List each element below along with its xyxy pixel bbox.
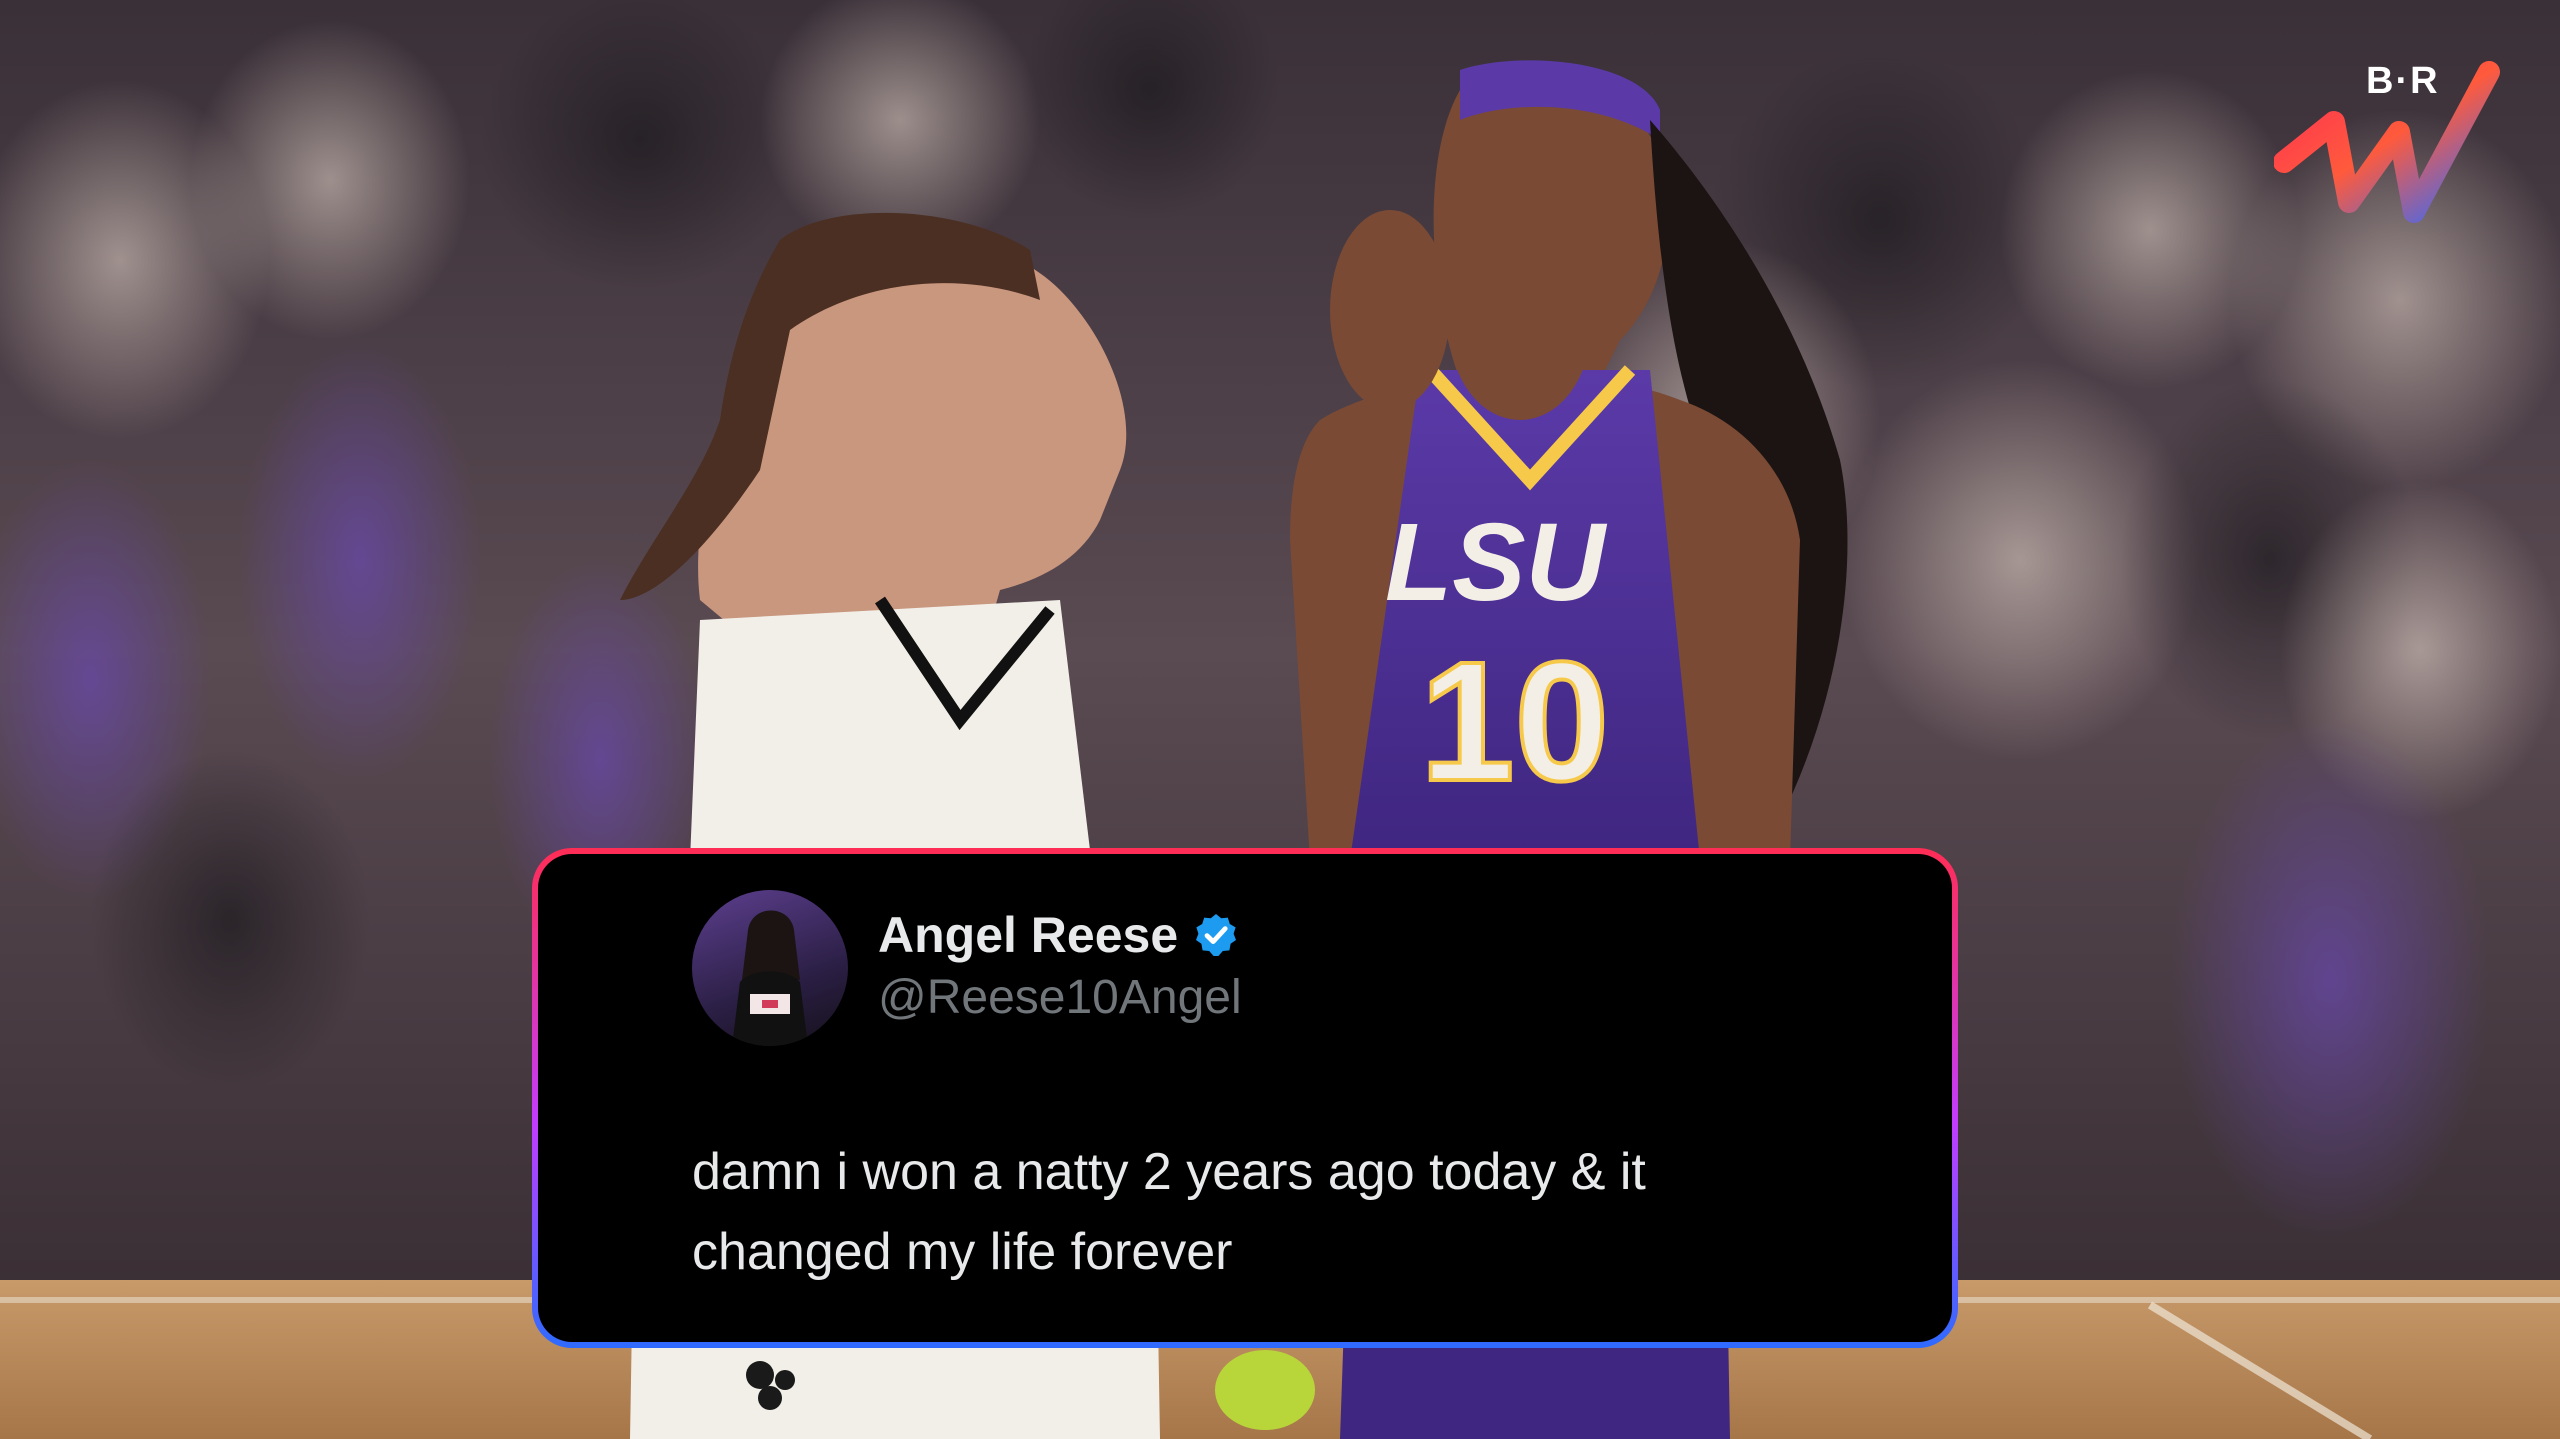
avatar[interactable] <box>692 890 848 1046</box>
tweet-card-body: Angel Reese @Reese10Angel damn i won a n… <box>538 854 1952 1342</box>
tweet-card[interactable]: Angel Reese @Reese10Angel damn i won a n… <box>532 848 1958 1348</box>
author-row: Angel Reese <box>878 906 1240 964</box>
verified-badge-icon <box>1196 914 1237 956</box>
tweet-text: damn i won a natty 2 years ago today & i… <box>692 1143 1646 1281</box>
jersey-number: 10 <box>1420 627 1609 817</box>
bleacher-report-logo: B·R <box>2273 52 2504 242</box>
author-handle[interactable]: @Reese10Angel <box>878 970 1242 1025</box>
author-name[interactable]: Angel Reese <box>878 906 1178 964</box>
jersey-lsu-text: LSU <box>1385 501 1608 624</box>
br-logo-text: B·R <box>2366 60 2440 102</box>
